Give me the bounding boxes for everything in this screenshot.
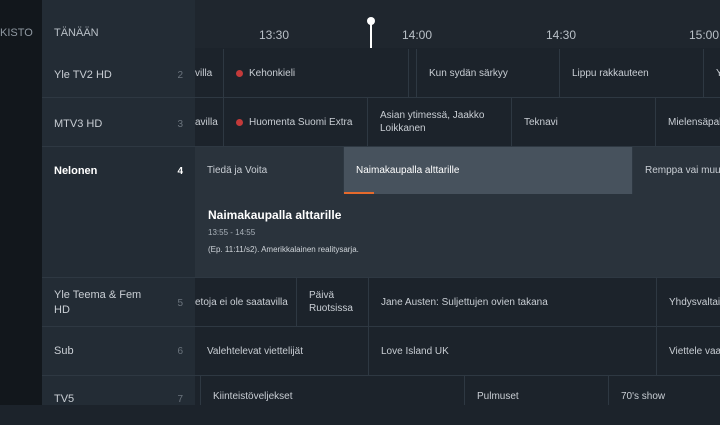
time-tick: 13:30 [259, 28, 290, 42]
channel-item[interactable]: Yle Teema & Fem HD 5 [42, 278, 195, 327]
program-cell[interactable]: Kun sydän särkyy [416, 49, 559, 97]
program-cell[interactable]: Jane Austen: Suljettujen ovien takana [368, 278, 656, 326]
side-menu-label: KISTO [0, 27, 33, 39]
program-row: villa Kehonkieli Kun sydän särkyy Lippu … [195, 49, 720, 98]
program-cell[interactable]: Y [703, 49, 720, 97]
program-cell[interactable]: Pulmuset [464, 376, 608, 405]
channel-name: MTV3 HD [54, 118, 103, 130]
channel-name: Nelonen [54, 165, 98, 177]
program-cell-focused[interactable]: Naimakaupalla alttarille [343, 147, 632, 194]
channel-number: 6 [177, 346, 183, 357]
detail-time: 13:55 - 14:55 [208, 228, 256, 237]
record-icon [236, 118, 243, 126]
program-cell[interactable]: Love Island UK [368, 327, 656, 375]
channel-name: Sub [54, 345, 74, 357]
program-row-selected: Tiedä ja Voita Naimakaupalla alttarille … [195, 147, 720, 194]
program-row: etoja ei ole saatavilla Päivä Ruotsissa … [195, 278, 720, 327]
program-cell[interactable] [408, 49, 416, 97]
time-tick: 15:00 [689, 28, 720, 42]
detail-description: (Ep. 11:11/s2). Amerikkalainen realitysa… [208, 245, 359, 254]
channel-number: 5 [177, 298, 183, 309]
channel-number: 3 [177, 119, 183, 130]
program-cell[interactable]: Remppa vai muutte [632, 147, 720, 194]
program-cell[interactable]: Kehonkieli [223, 49, 408, 97]
current-time-marker [367, 17, 375, 25]
program-cell[interactable]: Kiinteistöveljekset [200, 376, 464, 405]
channel-item[interactable]: Yle TV2 HD 2 [42, 49, 195, 98]
channel-item[interactable]: TV5 7 [42, 376, 195, 425]
program-cell[interactable]: Asian ytimessä, Jaakko Loikkanen [367, 98, 511, 146]
program-cell[interactable]: Huomenta Suomi Extra [223, 98, 367, 146]
channel-item-selected[interactable]: Nelonen 4 [42, 147, 195, 278]
channel-name: Yle TV2 HD [54, 69, 112, 81]
timeline-header: 13:30 14:00 14:30 15:00 [195, 0, 720, 48]
channel-name: Yle Teema & Fem HD [54, 289, 142, 316]
detail-title: Naimakaupalla alttarille [208, 208, 342, 222]
program-cell[interactable]: Päivä Ruotsissa [296, 278, 368, 326]
time-tick: 14:00 [402, 28, 433, 42]
program-cell[interactable]: avilla [195, 98, 223, 146]
program-cell[interactable]: Mielensäpah [655, 98, 720, 146]
program-cell[interactable]: Viettele vaatt [656, 327, 720, 375]
program-row: avilla Huomenta Suomi Extra Asian ytimes… [195, 98, 720, 147]
program-detail-panel: Naimakaupalla alttarille 13:55 - 14:55 (… [195, 194, 720, 278]
today-label: TÄNÄÄN [54, 27, 99, 39]
channel-number: 2 [177, 70, 183, 81]
program-cell[interactable]: Teknavi [511, 98, 655, 146]
channel-number: 4 [177, 166, 183, 177]
program-row: Kiinteistöveljekset Pulmuset 70's show [195, 376, 720, 405]
side-menu-strip[interactable]: KISTO [0, 0, 42, 405]
channel-number: 7 [177, 394, 183, 405]
program-cell[interactable]: Valehtelevat viettelijät [195, 327, 368, 375]
record-icon [236, 69, 243, 77]
program-cell[interactable]: Lippu rakkauteen [559, 49, 703, 97]
channel-item[interactable]: MTV3 HD 3 [42, 98, 195, 147]
program-cell[interactable]: Yhdysvaltain [656, 278, 720, 326]
time-tick: 14:30 [546, 28, 577, 42]
program-cell[interactable]: Tiedä ja Voita [195, 147, 343, 194]
channel-item[interactable]: Sub 6 [42, 327, 195, 376]
program-cell[interactable]: villa [195, 49, 223, 97]
program-row: Valehtelevat viettelijät Love Island UK … [195, 327, 720, 376]
program-cell[interactable]: etoja ei ole saatavilla [195, 278, 296, 326]
program-cell[interactable]: 70's show [608, 376, 720, 405]
channel-list: TÄNÄÄN Yle TV2 HD 2 MTV3 HD 3 Nelonen 4 … [42, 0, 195, 405]
